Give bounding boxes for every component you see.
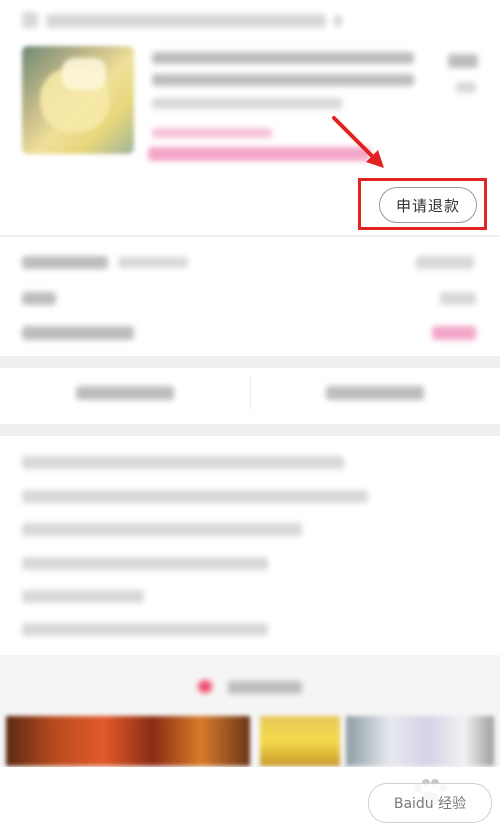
product-title-line-1[interactable] (152, 52, 414, 64)
order-info-row (22, 590, 144, 603)
section-divider (0, 235, 500, 237)
summary-label-3 (22, 326, 134, 340)
product-thumbnail[interactable] (22, 46, 134, 154)
annotation-arrow-icon (332, 116, 384, 168)
shop-icon (22, 12, 38, 28)
product-promo-tag (152, 128, 272, 138)
call-seller-button[interactable] (326, 386, 424, 400)
summary-value-1 (416, 256, 474, 269)
contact-seller-button[interactable] (76, 386, 174, 400)
product-spec (152, 98, 342, 109)
order-info-row (22, 623, 268, 636)
section-divider (0, 424, 500, 436)
recommended-item-image[interactable] (346, 716, 494, 766)
watermark: Baidu 经验 (368, 783, 492, 823)
shop-name[interactable] (46, 14, 326, 28)
heart-icon (198, 680, 212, 693)
recommended-item-image[interactable] (260, 716, 340, 766)
recommended-item-image[interactable] (6, 716, 250, 766)
summary-label-1 (22, 256, 108, 269)
product-quantity (456, 82, 476, 93)
summary-label-2 (22, 292, 56, 305)
section-divider (0, 356, 500, 368)
apply-refund-button[interactable]: 申请退款 (379, 187, 477, 223)
summary-value-3 (432, 326, 476, 340)
order-info-row (22, 523, 302, 536)
summary-value-2 (440, 292, 476, 305)
order-detail-page: 申请退款 Baidu 经验 (0, 0, 500, 835)
order-info-row (22, 490, 368, 503)
order-info-row (22, 557, 268, 570)
button-separator (250, 376, 251, 410)
chevron-right-icon (334, 15, 342, 27)
product-price (448, 54, 478, 68)
order-info-row (22, 456, 344, 469)
product-title-line-2[interactable] (152, 74, 414, 86)
recommendation-title (228, 681, 302, 694)
summary-sub-1 (118, 257, 188, 268)
